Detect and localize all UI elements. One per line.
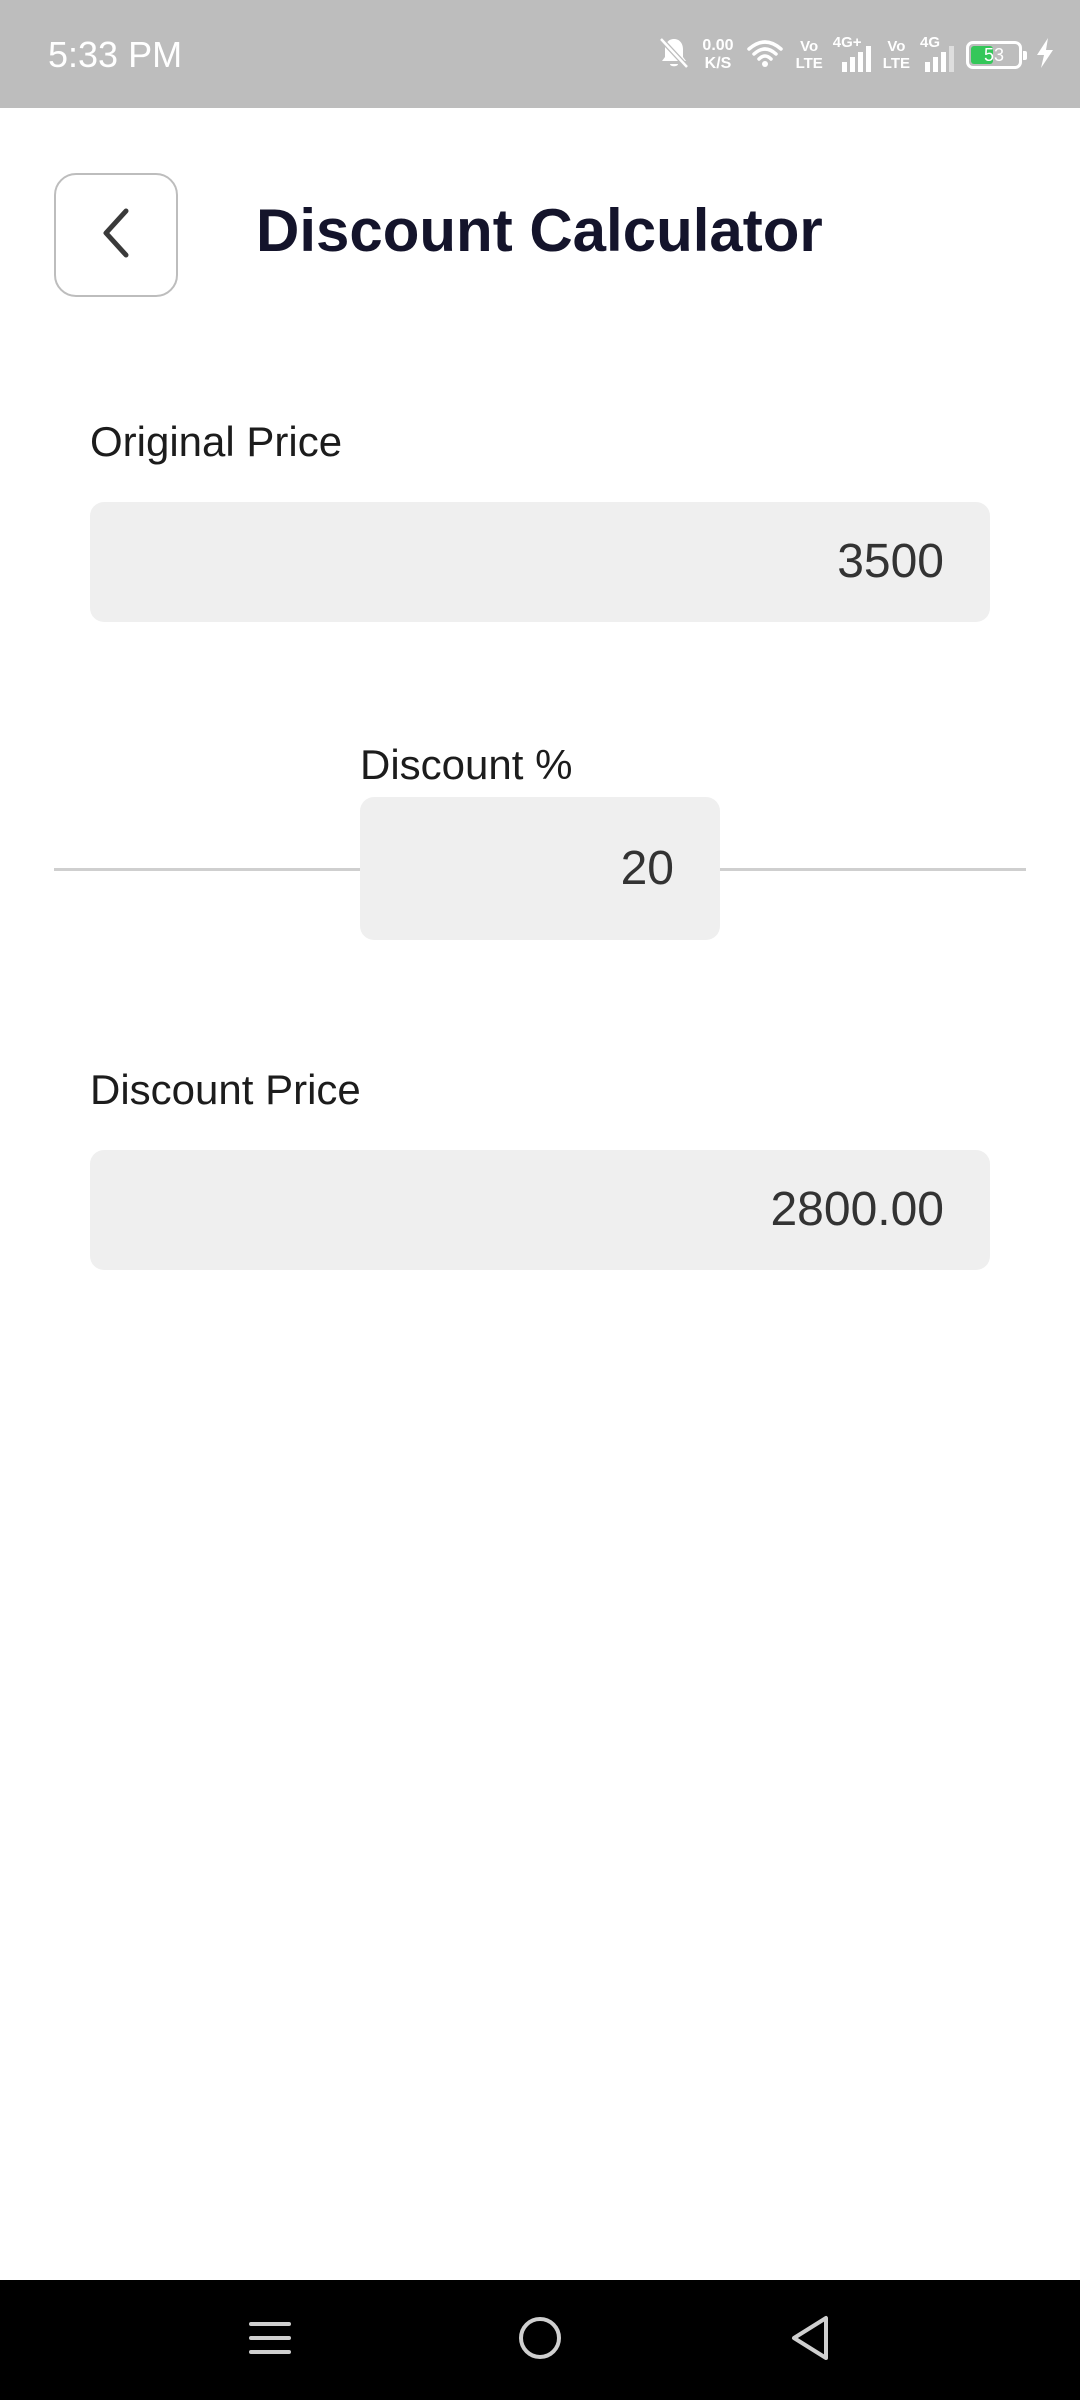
sim1-network-label: 4G+ (832, 34, 862, 51)
discount-price-value: 2800.00 (770, 1183, 944, 1236)
back-button[interactable] (54, 173, 178, 297)
signal-icon: 4G+ (833, 34, 871, 72)
sim1-volte-bottom: LTE (795, 55, 823, 72)
sim2-volte-top: Vo (887, 38, 906, 55)
battery-icon: 53 (966, 41, 1027, 69)
discount-price-output: 2800.00 (90, 1150, 990, 1270)
system-navigation-bar (0, 2280, 1080, 2400)
home-button[interactable] (510, 2310, 570, 2370)
status-icons: 0.00 K/S Vo LTE 4G+ Vo LTE 4G 53 (658, 30, 1056, 80)
network-speed-value: 0.00 (702, 37, 734, 54)
original-price-input[interactable]: 3500 (90, 502, 990, 622)
back-nav-button[interactable] (780, 2310, 840, 2370)
sim1-volte-top: Vo (800, 38, 819, 55)
chevron-left-icon (96, 205, 136, 266)
wifi-icon (746, 38, 784, 73)
discount-percent-value: 20 (620, 842, 674, 895)
status-time: 5:33 PM (48, 34, 183, 75)
network-speed: 0.00 K/S (702, 37, 733, 73)
menu-button[interactable] (240, 2310, 300, 2370)
home-icon (517, 2315, 563, 2366)
divider-right (720, 868, 1026, 871)
menu-icon (248, 2316, 292, 2365)
sim1-volte: Vo LTE (796, 38, 823, 72)
network-speed-unit: K/S (704, 55, 732, 72)
charging-icon (1034, 37, 1056, 74)
page-title: Discount Calculator (256, 197, 823, 264)
sim2-network-label: 4G (920, 34, 941, 51)
divider-left (54, 868, 360, 871)
back-triangle-icon (788, 2314, 832, 2367)
discount-calculator-screen: 5:33 PM 0.00 K/S Vo LTE 4G+ Vo LTE 4G 53… (0, 0, 1080, 2400)
original-price-label: Original Price (90, 418, 343, 465)
discount-percent-input[interactable]: 20 (360, 797, 720, 940)
discount-percent-label: Discount % (360, 741, 573, 788)
sim2-volte: Vo LTE (883, 38, 910, 72)
status-bar: 5:33 PM 0.00 K/S Vo LTE 4G+ Vo LTE 4G 53 (0, 0, 1080, 108)
battery-level: 53 (983, 45, 1005, 65)
bell-muted-icon (658, 36, 690, 75)
discount-price-label: Discount Price (90, 1066, 361, 1113)
original-price-value: 3500 (837, 535, 944, 588)
signal-icon: 4G (920, 34, 954, 72)
sim2-volte-bottom: LTE (882, 55, 910, 72)
